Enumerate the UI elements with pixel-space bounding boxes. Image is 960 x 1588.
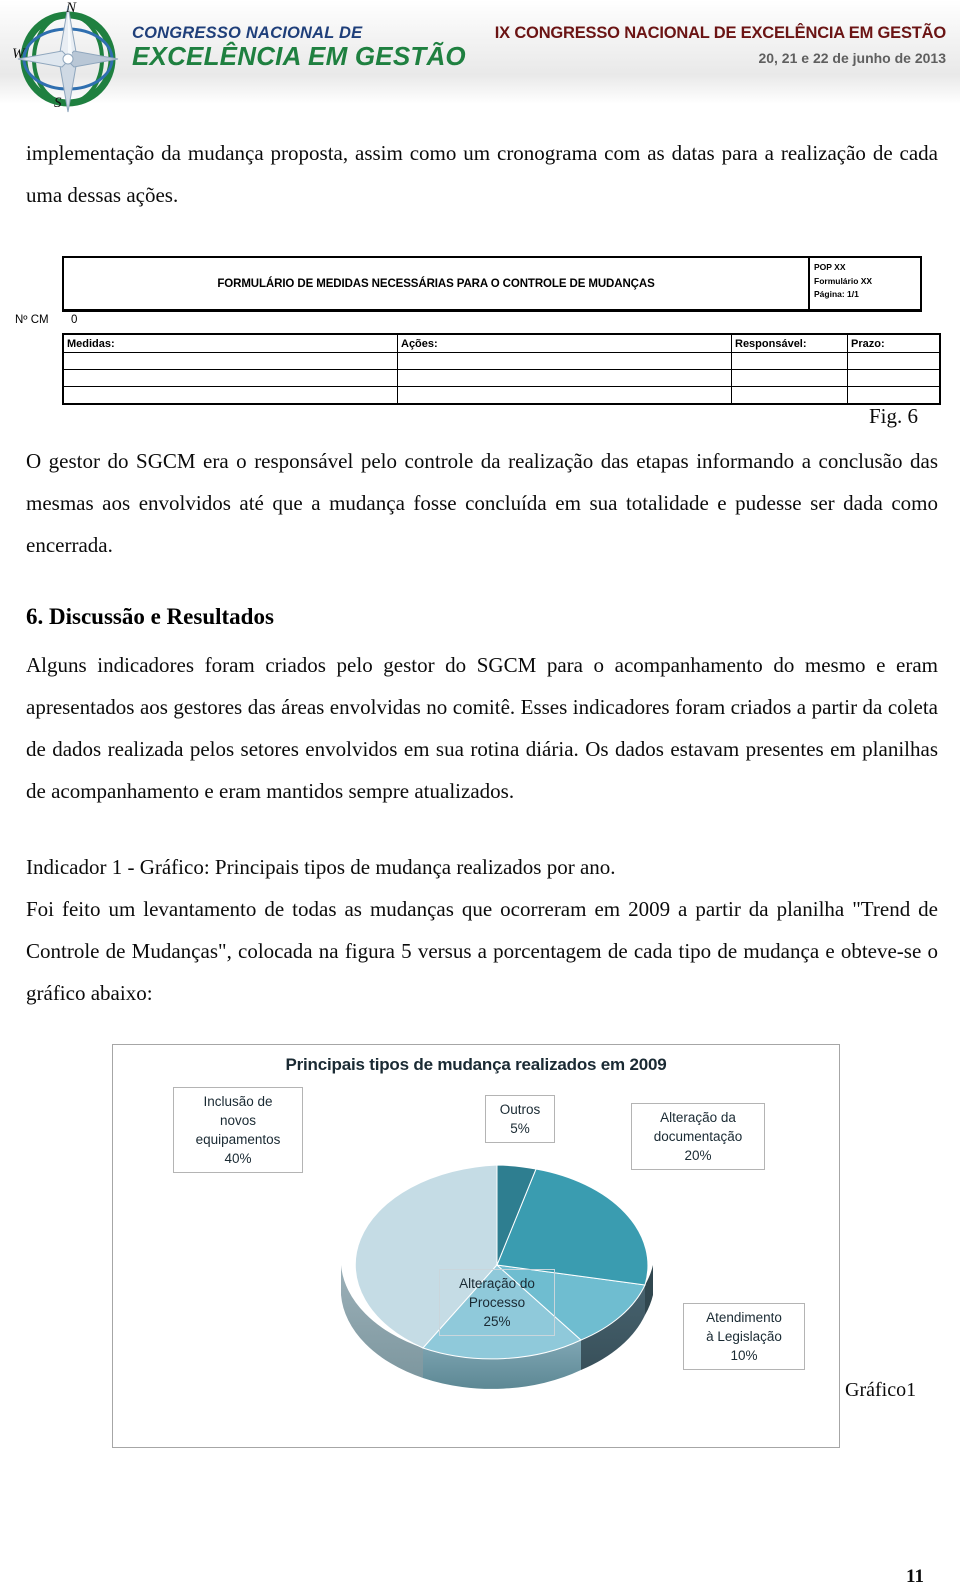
conference-header-banner: N S W CONGRESSO NACIONAL DE EXCELÊNCIA E… xyxy=(0,0,960,113)
cell-medidas[interactable] xyxy=(62,352,398,370)
table-row[interactable] xyxy=(62,386,941,405)
pie-label-equipamentos-line2: novos xyxy=(219,1113,257,1128)
cell-responsavel[interactable] xyxy=(731,386,848,405)
pie-label-outros-line1: Outros xyxy=(499,1102,541,1117)
chart-figure-label: Gráfico1 xyxy=(845,1379,917,1401)
pie-label-equipamentos-line3: equipamentos xyxy=(195,1132,281,1147)
column-header-medidas: Medidas: xyxy=(62,333,398,353)
page-number: 11 xyxy=(906,1566,924,1587)
form-header-row: FORMULÁRIO DE MEDIDAS NECESSÁRIAS PARA O… xyxy=(62,256,922,312)
figure-caption: Fig. 6 xyxy=(868,404,918,428)
pie-label-outros-value: 5% xyxy=(510,1121,530,1136)
pie-label-equipamentos-value: 40% xyxy=(224,1151,252,1166)
pie-label-outros: Outros 5% xyxy=(485,1095,555,1143)
congress-logo: N S W CONGRESSO NACIONAL DE EXCELÊNCIA E… xyxy=(10,0,466,118)
pie-label-documentacao-value: 20% xyxy=(684,1148,712,1163)
paragraph-levantamento: Foi feito um levantamento de todas as mu… xyxy=(26,897,938,1005)
pie-label-equipamentos-line1: Inclusão de xyxy=(203,1094,273,1109)
paragraph-discussao: Alguns indicadores foram criados pelo ge… xyxy=(26,653,938,803)
pie-label-processo-line1: Alteração do xyxy=(459,1276,535,1291)
compass-south-label: S xyxy=(54,95,62,111)
cell-medidas[interactable] xyxy=(62,369,398,387)
pie-label-documentacao-line2: documentação xyxy=(653,1129,743,1144)
column-header-prazo: Prazo: xyxy=(847,333,941,353)
pie-label-legislacao: Atendimento à Legislação 10% xyxy=(683,1303,805,1370)
pie-label-documentacao-line1: Alteração da xyxy=(660,1110,736,1125)
cell-responsavel[interactable] xyxy=(731,369,848,387)
pie-chart-container: Principais tipos de mudança realizados e… xyxy=(112,1044,840,1448)
ncm-value: 0 xyxy=(71,314,78,326)
compass-west-label: W xyxy=(12,46,25,62)
pie-label-documentacao: Alteração da documentação 20% xyxy=(631,1103,765,1170)
ncm-row: Nº CM 0 xyxy=(15,312,922,333)
pie-label-legislacao-value: 10% xyxy=(730,1348,758,1363)
cell-acoes[interactable] xyxy=(397,369,732,387)
pie-label-processo-line2: Processo xyxy=(468,1295,526,1310)
paragraph-gestor: O gestor do SGCM era o responsável pelo … xyxy=(26,449,938,557)
cell-prazo[interactable] xyxy=(847,386,941,405)
medidas-table: Medidas: Ações: Responsável: Prazo: xyxy=(62,333,941,405)
table-row[interactable] xyxy=(62,352,941,370)
paragraph-implementacao: implementação da mudança proposta, assim… xyxy=(26,141,938,207)
form-title: FORMULÁRIO DE MEDIDAS NECESSÁRIAS PARA O… xyxy=(217,277,655,290)
paragraph-indicador: Indicador 1 - Gráfico: Principais tipos … xyxy=(26,855,616,879)
compass-rose-icon: N S W xyxy=(10,0,130,118)
column-header-acoes: Ações: xyxy=(397,333,732,353)
logo-wordmark: CONGRESSO NACIONAL DE EXCELÊNCIA EM GEST… xyxy=(132,24,466,72)
compass-north-label: N xyxy=(66,0,77,16)
pie-label-processo: Alteração do Processo 25% xyxy=(439,1269,555,1336)
cell-prazo[interactable] xyxy=(847,369,941,387)
pie-label-legislacao-line1: Atendimento xyxy=(706,1310,782,1325)
pie-label-equipamentos: Inclusão de novos equipamentos 40% xyxy=(173,1087,303,1173)
table-header-row: Medidas: Ações: Responsável: Prazo: xyxy=(62,333,941,353)
cell-responsavel[interactable] xyxy=(731,352,848,370)
form-meta-pop: POP XX xyxy=(814,262,846,272)
ncm-label: Nº CM xyxy=(15,314,49,326)
form-meta-pagina: Página: 1/1 xyxy=(814,289,859,299)
section-heading-discussao: 6. Discussão e Resultados xyxy=(26,604,274,629)
cell-acoes[interactable] xyxy=(397,352,732,370)
form-figure-medidas: FORMULÁRIO DE MEDIDAS NECESSÁRIAS PARA O… xyxy=(15,256,941,405)
form-meta-block: POP XX Formulário XX Página: 1/1 xyxy=(808,258,920,309)
table-row[interactable] xyxy=(62,369,941,387)
conference-title: IX CONGRESSO NACIONAL DE EXCELÊNCIA EM G… xyxy=(494,24,946,42)
column-header-responsavel: Responsável: xyxy=(731,333,848,353)
pie-label-legislacao-line2: à Legislação xyxy=(706,1329,782,1344)
cell-prazo[interactable] xyxy=(847,352,941,370)
form-meta-formulario: Formulário XX xyxy=(814,275,873,286)
pie-label-processo-value: 25% xyxy=(483,1314,511,1329)
conference-date: 20, 21 e 22 de junho de 2013 xyxy=(758,50,946,66)
logo-line-2: EXCELÊNCIA EM GESTÃO xyxy=(132,41,466,71)
cell-medidas[interactable] xyxy=(62,386,398,405)
cell-acoes[interactable] xyxy=(397,386,732,405)
